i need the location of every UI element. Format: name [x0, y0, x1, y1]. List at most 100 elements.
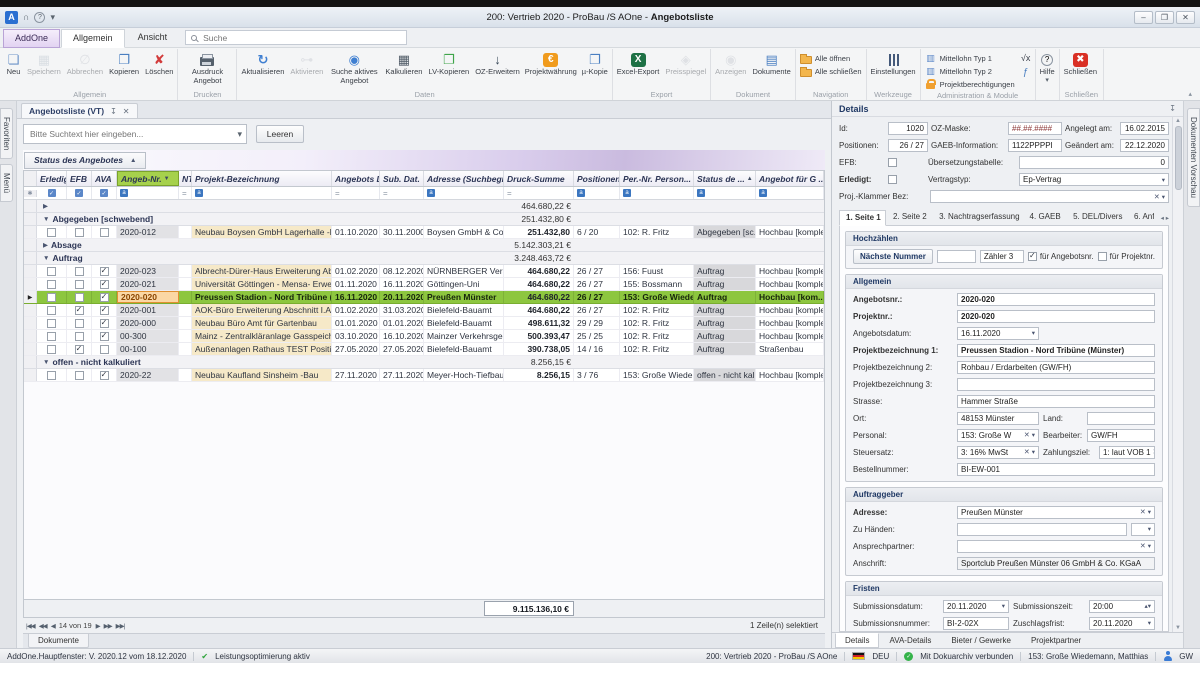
ribbon-button-kopie[interactable]: ❐µ-Kopie	[579, 49, 611, 89]
clear-x-icon[interactable]: ✕	[1154, 193, 1160, 201]
details-bottom-tab-ava-details[interactable]: AVA-Details	[879, 633, 941, 648]
scroll-down-icon[interactable]: ▼	[1175, 625, 1181, 631]
pager-first-icon[interactable]: |◀◀	[26, 622, 35, 630]
ribbon-button-kopieren[interactable]: ❐Kopieren	[106, 49, 142, 89]
ribbon-button-neu[interactable]: ❏Neu	[3, 49, 24, 89]
pin-icon[interactable]: ↧	[1169, 104, 1176, 113]
spinner-icon[interactable]: ▴▾	[1144, 602, 1151, 610]
ribbon-button-schließen[interactable]: ✖Schließen	[1061, 49, 1100, 89]
table-row[interactable]: ✓2020-000Neubau Büro Amt für Gartenbau01…	[24, 317, 824, 330]
scroll-up-icon[interactable]: ▲	[1175, 118, 1181, 124]
table-row[interactable]: ✓✓2020-001AOK-Büro Erweiterung Abschnitt…	[24, 304, 824, 317]
zahlungsziel-field[interactable]: 1: laut VOB 1✕▾	[1099, 446, 1155, 459]
help-circle-icon[interactable]: ?	[34, 12, 45, 23]
filter-cell-person[interactable]	[620, 187, 694, 199]
ort-field[interactable]: 48153 Münster	[957, 412, 1039, 425]
details-tab-2-seite-2[interactable]: 2. Seite 2	[886, 209, 932, 225]
checkbox-checked[interactable]: ✓	[75, 306, 84, 315]
checkbox-fuer-projektnr[interactable]: für Projektnr.	[1098, 252, 1155, 261]
ribbon-button-anzeigen[interactable]: ◉Anzeigen	[712, 49, 749, 89]
column-header-nt[interactable]: NT	[179, 171, 192, 186]
ribbon-button-excel-export[interactable]: XExcel-Export	[614, 49, 663, 89]
pager-prev-page-icon[interactable]: ◀◀	[39, 622, 47, 630]
details-tab-3-nachtragserfassung[interactable]: 3. Nachtragserfassung	[932, 209, 1022, 225]
angelegt-field[interactable]: 16.02.2015	[1120, 122, 1169, 135]
steuersatz-field[interactable]: 3: 16% MwSt✕▾	[957, 446, 1039, 459]
checkbox-checked[interactable]: ✓	[100, 319, 109, 328]
details-tab-5-del-divers[interactable]: 5. DEL/Divers	[1066, 209, 1127, 225]
zuschlagsfrist-field[interactable]: 20.11.2020▾	[1089, 617, 1155, 630]
sidebar-tab-menue[interactable]: Menü	[0, 164, 13, 202]
checkbox-unchecked[interactable]	[47, 267, 56, 276]
collapse-icon[interactable]: ▼	[43, 216, 49, 223]
ribbon-button-löschen[interactable]: ✘Löschen	[142, 49, 176, 89]
checkbox-unchecked[interactable]	[100, 345, 109, 354]
checkbox-checked[interactable]: ✓	[75, 345, 84, 354]
filter-cell-erledigt[interactable]: ✓	[37, 187, 67, 199]
angebotsdatum-field[interactable]: 16.11.2020▾	[957, 327, 1039, 340]
pager-next-page-icon[interactable]: ▶▶	[104, 622, 112, 630]
checkbox-unchecked[interactable]	[75, 332, 84, 341]
ribbon-button-formula-icon[interactable]: ƒ	[1020, 67, 1032, 78]
ribbon-button-kalkulieren[interactable]: ▦Kalkulieren	[382, 49, 425, 89]
language-label[interactable]: DEU	[872, 652, 889, 661]
ribbon-button-projektwährung[interactable]: €Projektwährung	[523, 49, 579, 89]
column-header-adresse[interactable]: Adresse (Suchbegriff)	[424, 171, 504, 186]
checkbox-unchecked[interactable]	[47, 371, 56, 380]
ribbon-search[interactable]	[185, 30, 407, 45]
column-header-erledigt[interactable]: Erledigt	[37, 171, 67, 186]
checkbox-unchecked[interactable]	[75, 319, 84, 328]
column-header-sub[interactable]: Sub. Dat.	[380, 171, 424, 186]
personal-field[interactable]: 153: Große W✕▾	[957, 429, 1039, 442]
bearbeiter-field[interactable]: GW/FH	[1087, 429, 1155, 442]
zaehler-field[interactable]: Zähler 3	[980, 250, 1024, 263]
details-tab-1-seite-1[interactable]: 1. Seite 1	[839, 210, 886, 226]
tab-dokumente[interactable]: Dokumente	[28, 634, 89, 648]
details-scrollbar[interactable]: ▲ ▼	[1172, 117, 1183, 632]
pager-last-icon[interactable]: ▶▶|	[116, 622, 125, 630]
filter-cell-sub[interactable]: =	[380, 187, 424, 199]
checkbox-unchecked[interactable]	[47, 319, 56, 328]
ribbon-button-einstellungen[interactable]: Einstellungen	[868, 49, 919, 89]
submissionsnummer-field[interactable]: BI-2-02X	[943, 617, 1009, 630]
qat-dropdown-icon[interactable]: ▾	[50, 13, 55, 22]
details-bottom-tab-bieter-gewerke[interactable]: Bieter / Gewerke	[941, 633, 1021, 648]
column-header-nr[interactable]: Angeb-Nr.▼	[117, 171, 179, 186]
checkbox-fuer-angebotsnr[interactable]: ✓für Angebotsnr.	[1028, 252, 1094, 261]
pin-icon[interactable]: ↧	[110, 107, 117, 116]
sidebar-tab-dokumenten-vorschau[interactable]: Dokumenten Vorschau	[1187, 108, 1200, 207]
ribbon-button-oz-erweitern[interactable]: ↓OZ-Erweitern	[472, 49, 523, 89]
filter-cell-status[interactable]	[694, 187, 756, 199]
ansprechpartner-field[interactable]: ✕▾	[957, 540, 1155, 553]
pager-next-icon[interactable]: ▶	[96, 622, 100, 630]
checkbox-unchecked[interactable]	[47, 306, 56, 315]
tab-overflow-icons[interactable]: ◂ ▸	[1161, 214, 1169, 222]
ribbon-button-alle-schließen[interactable]: Alle schließen	[797, 65, 865, 77]
clear-x-icon[interactable]: ✕	[1140, 542, 1146, 550]
checkbox-unchecked[interactable]	[47, 332, 56, 341]
naechste-nummer-button[interactable]: Nächste Nummer	[853, 249, 933, 264]
ribbon-button-dokumente[interactable]: ▤Dokumente	[749, 49, 793, 89]
projektbezeichnung1-field[interactable]: Preussen Stadion - Nord Tribüne (Münster…	[957, 344, 1155, 357]
column-header-summe[interactable]: Druck-Summe	[504, 171, 574, 186]
zu-haenden-field[interactable]	[957, 523, 1127, 536]
group-row-auftrag[interactable]: ▼Auftrag3.248.463,72 €	[24, 252, 824, 265]
sidebar-tab-favoriten[interactable]: Favoriten	[0, 108, 13, 159]
projektbezeichnung3-field[interactable]	[957, 378, 1155, 391]
filter-cell-nt[interactable]: =	[179, 187, 192, 199]
collapse-ribbon-icon[interactable]: ▴	[1182, 90, 1198, 100]
scrollbar-thumb[interactable]	[1175, 126, 1182, 190]
table-row[interactable]: ✓2020-021Universität Göttingen - Mensa- …	[24, 278, 824, 291]
checkbox-checked[interactable]: ✓	[100, 280, 109, 289]
ribbon-button-mittellohn-typ-2[interactable]: ▥Mittellohn Typ 2	[922, 65, 1018, 77]
mandant-info[interactable]: 200: Vertrieb 2020 - ProBau /S AOne	[706, 652, 837, 661]
current-user[interactable]: 153: Große Wiedemann, Matthias	[1028, 652, 1148, 661]
ribbon-button-ausdruck-angebot[interactable]: Ausdruck Angebot	[179, 49, 235, 89]
geaendert-field[interactable]: 22.12.2020	[1120, 139, 1169, 152]
search-input[interactable]	[28, 128, 237, 140]
ribbon-button-abbrechen[interactable]: ∅Abbrechen	[64, 49, 106, 89]
projektbezeichnung2-field[interactable]: Rohbau / Erdarbeiten (GW/FH)	[957, 361, 1155, 374]
clear-x-icon[interactable]: ✕	[1140, 508, 1146, 516]
checkbox-unchecked[interactable]	[47, 345, 56, 354]
adresse-field[interactable]: Preußen Münster✕▾	[957, 506, 1155, 519]
